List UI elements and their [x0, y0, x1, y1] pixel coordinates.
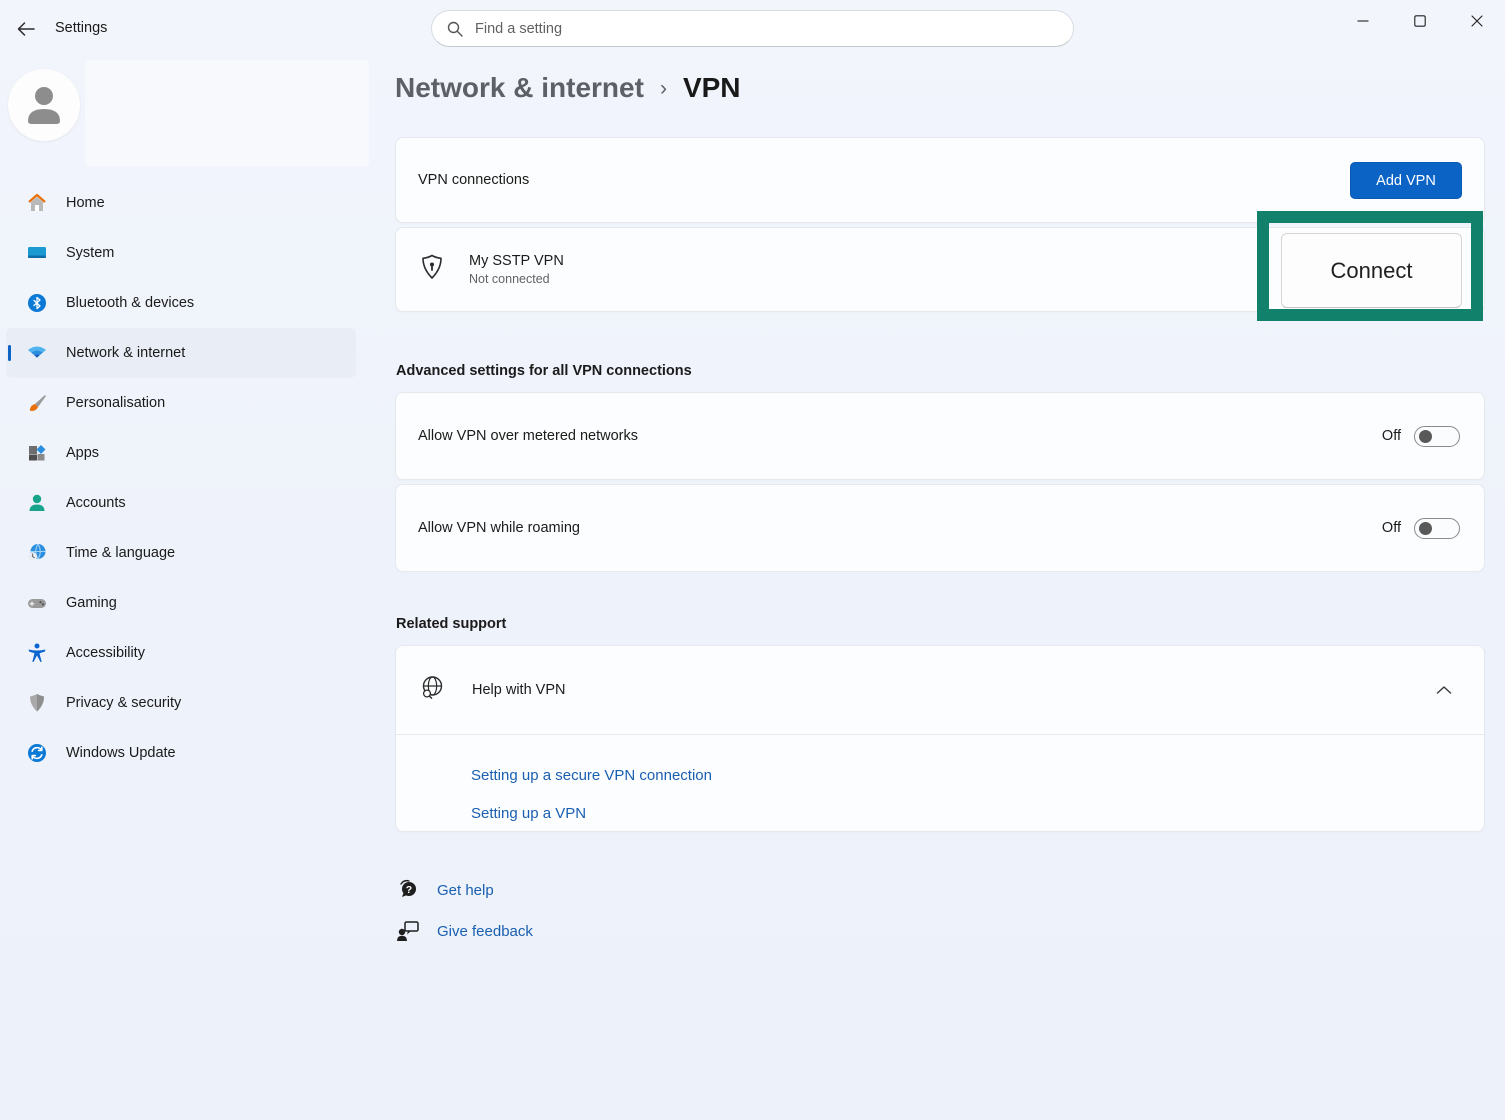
vpn-connections-label: VPN connections: [418, 172, 529, 188]
sidebar-item-label: System: [66, 245, 114, 261]
metered-networks-label: Allow VPN over metered networks: [418, 428, 638, 444]
help-with-vpn-label: Help with VPN: [472, 682, 565, 698]
roaming-card: Allow VPN while roaming Off: [395, 484, 1485, 572]
vpn-name: My SSTP VPN: [469, 253, 564, 269]
sidebar-item-personalisation[interactable]: Personalisation: [6, 378, 356, 428]
sidebar-item-label: Accessibility: [66, 645, 145, 661]
sidebar-item-windows-update[interactable]: Windows Update: [6, 728, 356, 778]
help-card: Help with VPN Setting up a secure VPN co…: [395, 645, 1485, 832]
roaming-label: Allow VPN while roaming: [418, 520, 580, 536]
sidebar-item-apps[interactable]: Apps: [6, 428, 356, 478]
sidebar-item-label: Time & language: [66, 545, 175, 561]
vpn-status: Not connected: [469, 272, 564, 286]
close-icon: [1471, 15, 1483, 27]
chevron-up-icon[interactable]: [1436, 682, 1452, 700]
sidebar-item-label: Accounts: [66, 495, 126, 511]
sidebar-item-privacy-security[interactable]: Privacy & security: [6, 678, 356, 728]
user-icon: [24, 83, 64, 127]
window-controls: [1334, 0, 1505, 42]
give-feedback-icon: [396, 919, 420, 943]
sidebar-item-label: Privacy & security: [66, 695, 181, 711]
apps-icon: [26, 442, 48, 464]
sidebar-item-label: Home: [66, 195, 105, 211]
connect-button[interactable]: Connect: [1281, 233, 1462, 308]
settings-window: Settings: [0, 0, 1505, 1120]
sidebar-item-home[interactable]: Home: [6, 178, 356, 228]
back-arrow-icon: [17, 22, 35, 36]
breadcrumb: Network & internet › VPN: [395, 72, 741, 104]
minimize-icon: [1357, 15, 1369, 27]
bluetooth-icon: [26, 292, 48, 314]
maximize-icon: [1414, 15, 1426, 27]
account-placeholder: [85, 60, 369, 166]
roaming-toggle-state: Off: [1382, 520, 1401, 536]
link-setting-up-secure-vpn[interactable]: Setting up a secure VPN connection: [471, 767, 712, 784]
advanced-settings-header: Advanced settings for all VPN connection…: [396, 363, 692, 379]
roaming-toggle[interactable]: [1414, 518, 1460, 539]
sidebar-item-gaming[interactable]: Gaming: [6, 578, 356, 628]
sidebar-item-label: Personalisation: [66, 395, 165, 411]
maximize-button[interactable]: [1391, 0, 1448, 42]
titlebar: Settings: [0, 0, 1505, 58]
minimize-button[interactable]: [1334, 0, 1391, 42]
svg-text:?: ?: [406, 884, 412, 896]
network-wifi-icon: [26, 342, 48, 364]
get-help-icon: ?: [396, 878, 420, 902]
get-help-row[interactable]: ? Get help: [396, 878, 494, 902]
search-box[interactable]: [431, 10, 1074, 47]
sidebar: Home System Bluetooth: [0, 58, 380, 1120]
vpn-shield-icon: [419, 253, 445, 286]
sidebar-nav: Home System Bluetooth: [0, 178, 380, 778]
search-input[interactable]: [473, 20, 997, 38]
give-feedback-label[interactable]: Give feedback: [437, 923, 533, 940]
search-icon: [447, 21, 463, 37]
avatar[interactable]: [8, 69, 80, 141]
sidebar-item-label: Apps: [66, 445, 99, 461]
help-with-vpn-row[interactable]: Help with VPN: [396, 646, 1484, 734]
gaming-icon: [26, 592, 48, 614]
sidebar-item-label: Gaming: [66, 595, 117, 611]
metered-networks-toggle[interactable]: [1414, 426, 1460, 447]
sidebar-item-label: Windows Update: [66, 745, 176, 761]
breadcrumb-separator: ›: [660, 77, 667, 101]
window-title: Settings: [55, 20, 107, 36]
sidebar-item-label: Network & internet: [66, 345, 185, 361]
home-icon: [26, 192, 48, 214]
sidebar-item-bluetooth-devices[interactable]: Bluetooth & devices: [6, 278, 356, 328]
toggle-knob: [1419, 430, 1432, 443]
related-support-header: Related support: [396, 616, 506, 632]
accessibility-icon: [26, 642, 48, 664]
sidebar-item-system[interactable]: System: [6, 228, 356, 278]
toggle-knob: [1419, 522, 1432, 535]
give-feedback-row[interactable]: Give feedback: [396, 919, 533, 943]
paintbrush-icon: [26, 392, 48, 414]
system-icon: [26, 242, 48, 264]
breadcrumb-parent[interactable]: Network & internet: [395, 72, 644, 104]
get-help-label[interactable]: Get help: [437, 882, 494, 899]
windows-update-icon: [26, 742, 48, 764]
time-language-icon: [26, 542, 48, 564]
web-help-icon: [419, 674, 446, 706]
sidebar-item-accessibility[interactable]: Accessibility: [6, 628, 356, 678]
shield-icon: [26, 692, 48, 714]
sidebar-item-time-language[interactable]: Time & language: [6, 528, 356, 578]
accounts-icon: [26, 492, 48, 514]
sidebar-item-accounts[interactable]: Accounts: [6, 478, 356, 528]
divider: [396, 734, 1484, 735]
back-button[interactable]: [10, 14, 42, 44]
close-button[interactable]: [1448, 0, 1505, 42]
page-title: VPN: [683, 72, 741, 104]
metered-toggle-state: Off: [1382, 428, 1401, 444]
link-setting-up-vpn[interactable]: Setting up a VPN: [471, 805, 712, 822]
sidebar-item-network-internet[interactable]: Network & internet: [6, 328, 356, 378]
metered-networks-card: Allow VPN over metered networks Off: [395, 392, 1485, 480]
help-links: Setting up a secure VPN connection Setti…: [471, 746, 712, 822]
add-vpn-button[interactable]: Add VPN: [1350, 162, 1462, 199]
sidebar-item-label: Bluetooth & devices: [66, 295, 194, 311]
